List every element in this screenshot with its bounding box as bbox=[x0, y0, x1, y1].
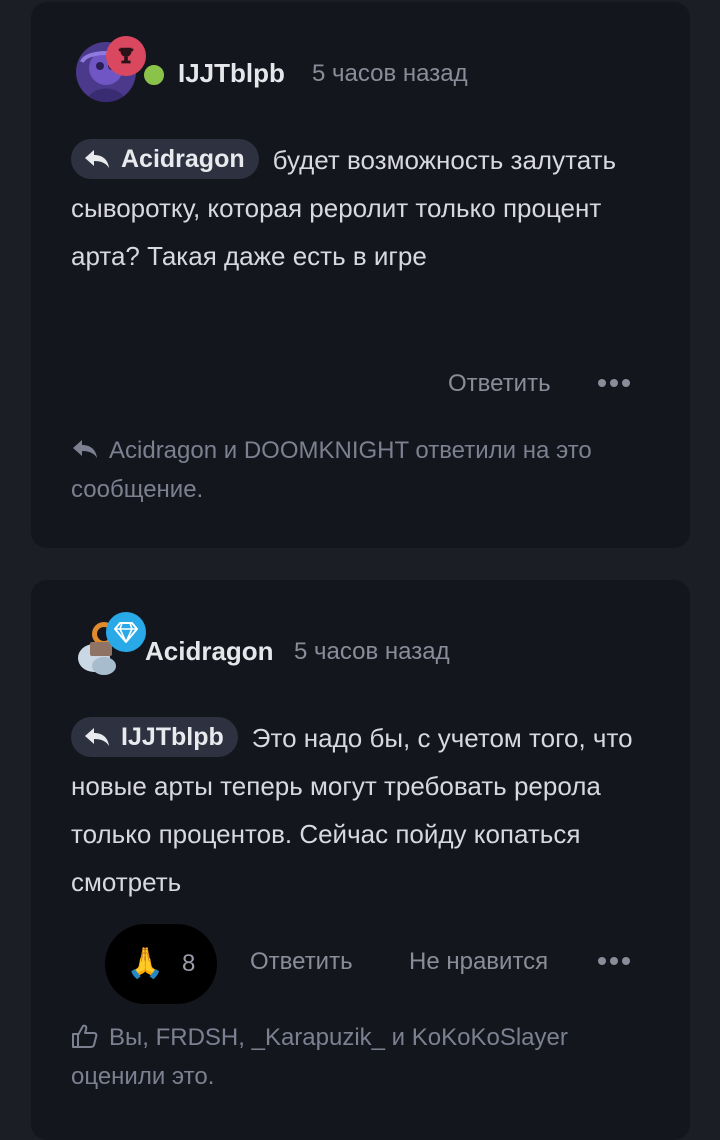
reply-button[interactable]: Ответить bbox=[448, 370, 551, 398]
reaction-count: 8 bbox=[182, 950, 196, 977]
comment-body: IJJTblpb Это надо бы, с учетом того, что… bbox=[71, 714, 671, 906]
dislike-button[interactable]: Не нравится bbox=[409, 948, 548, 976]
reply-arrow-icon bbox=[85, 150, 109, 169]
more-options-icon[interactable] bbox=[598, 379, 630, 387]
reaction-button[interactable]: 🙏 8 bbox=[105, 924, 217, 1004]
reply-arrow-icon bbox=[85, 728, 109, 747]
reply-button[interactable]: Ответить bbox=[250, 948, 353, 976]
comment-card: Acidragon 5 часов назад IJJTblpb Это над… bbox=[31, 580, 690, 1140]
reply-arrow-icon bbox=[73, 439, 97, 458]
reply-mention-chip[interactable]: IJJTblpb bbox=[71, 717, 238, 758]
author-name[interactable]: Acidragon bbox=[145, 636, 274, 667]
comment-card: IJJTblpb 5 часов назад Acidragon будет в… bbox=[31, 2, 690, 548]
comment-time[interactable]: 5 часов назад bbox=[312, 60, 468, 88]
thumbs-up-icon bbox=[72, 1024, 98, 1048]
trophy-icon bbox=[118, 47, 134, 64]
diamond-badge bbox=[106, 612, 146, 652]
more-options-icon[interactable] bbox=[598, 957, 630, 965]
comment-body: Acidragon будет возможность залутать сыв… bbox=[71, 136, 671, 280]
likes-summary-text: Вы, FRDSH, _Karapuzik_ и KoKoKoSlayer оц… bbox=[71, 1024, 568, 1090]
diamond-icon bbox=[114, 622, 138, 643]
author-name[interactable]: IJJTblpb bbox=[178, 58, 285, 89]
likes-summary[interactable]: Вы, FRDSH, _Karapuzik_ и KoKoKoSlayer оц… bbox=[71, 1018, 661, 1096]
replies-summary-text: Acidragon и DOOMKNIGHT ответили на это с… bbox=[71, 437, 592, 503]
trophy-badge bbox=[106, 36, 146, 76]
replies-summary[interactable]: Acidragon и DOOMKNIGHT ответили на это с… bbox=[71, 431, 661, 509]
reply-mention-chip[interactable]: Acidragon bbox=[71, 139, 259, 180]
online-status-dot bbox=[142, 63, 166, 87]
author-avatar[interactable] bbox=[74, 612, 148, 684]
reply-mention-name: Acidragon bbox=[121, 145, 245, 174]
author-avatar[interactable] bbox=[76, 36, 166, 108]
comment-time[interactable]: 5 часов назад bbox=[294, 638, 450, 666]
pray-emoji-icon: 🙏 bbox=[126, 947, 164, 980]
reply-mention-name: IJJTblpb bbox=[121, 723, 224, 752]
